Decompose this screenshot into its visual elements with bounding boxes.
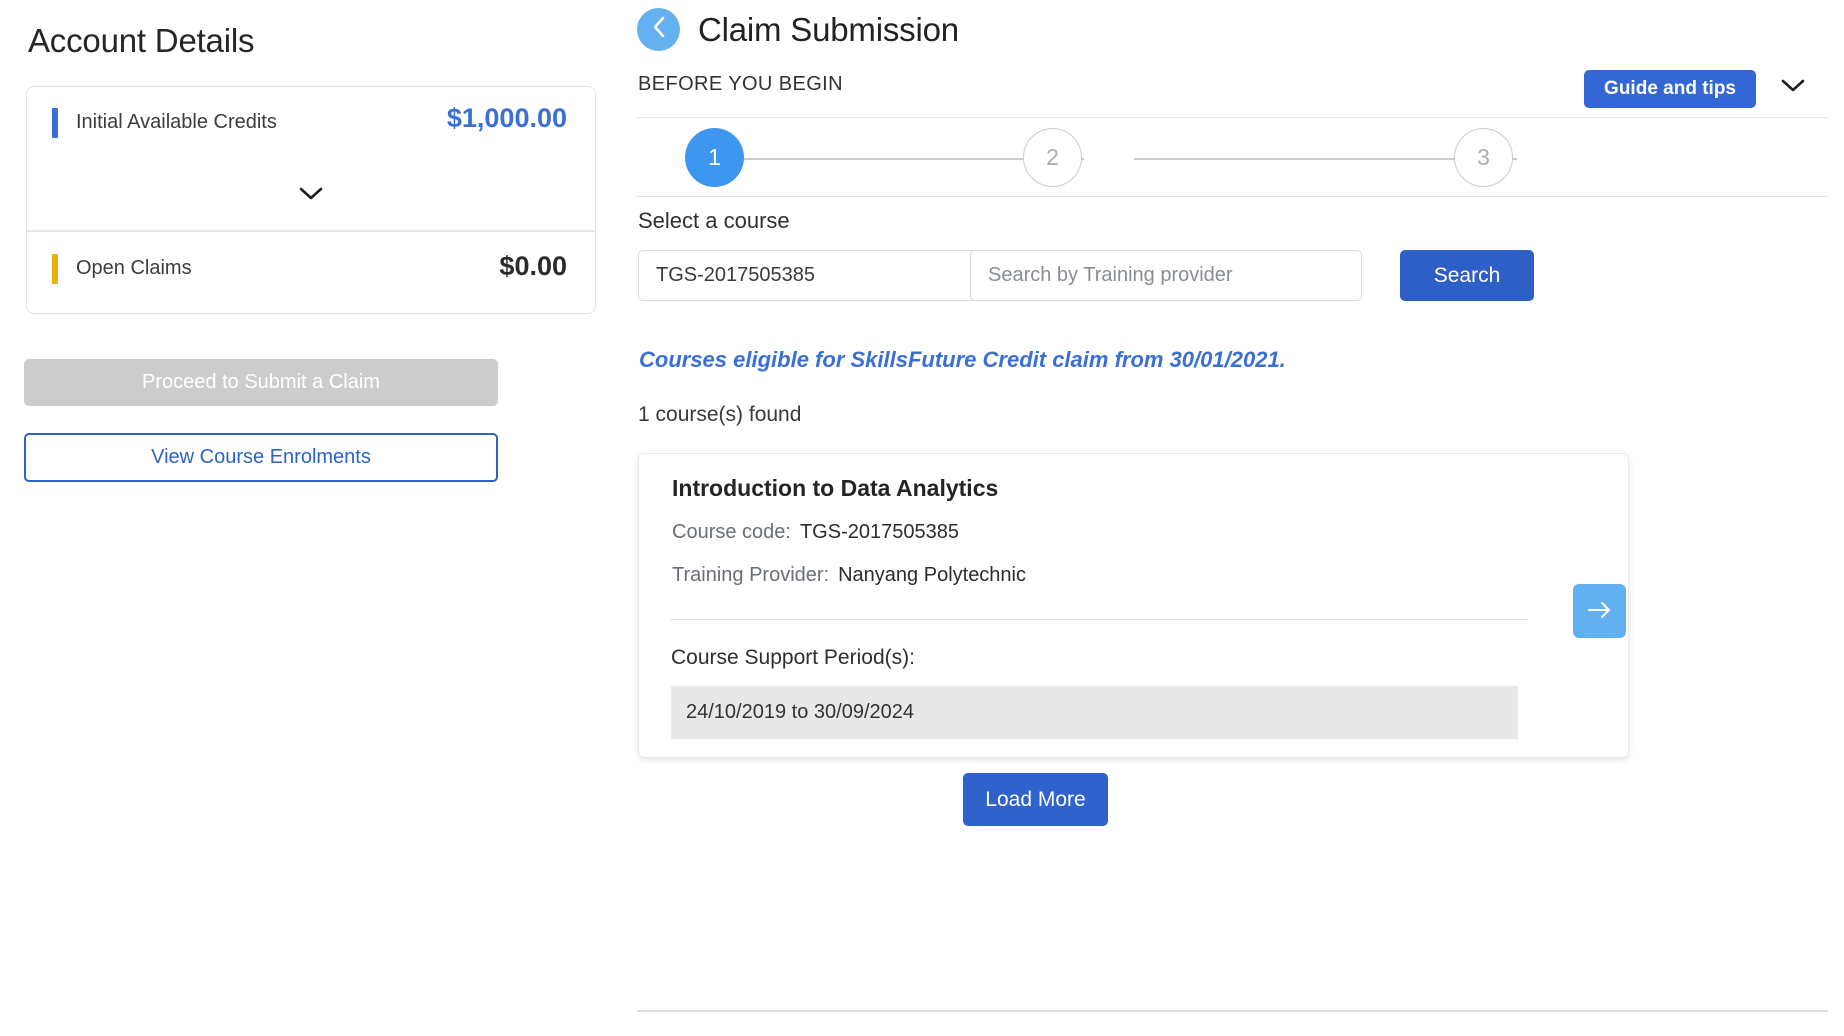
credits-value: $1,000.00: [446, 103, 567, 133]
back-button[interactable]: [637, 8, 680, 51]
load-more-button[interactable]: Load More: [963, 773, 1108, 826]
card-divider: [670, 619, 1528, 620]
course-support-period-label: Course Support Period(s):: [671, 646, 915, 669]
select-course-button[interactable]: [1573, 584, 1626, 638]
course-support-period-value: 24/10/2019 to 30/09/2024: [671, 686, 1518, 739]
proceed-to-submit-claim-button[interactable]: Proceed to Submit a Claim: [24, 359, 498, 406]
page-title-claim-submission: Claim Submission: [698, 10, 959, 48]
open-claims-value: $0.00: [499, 251, 567, 281]
course-result-card[interactable]: Introduction to Data Analytics Course co…: [638, 453, 1629, 758]
chevron-left-icon: [649, 15, 669, 44]
arrow-right-icon: [1586, 600, 1614, 623]
open-claims-row: Open Claims $0.00: [27, 232, 595, 313]
page-header: Claim Submission: [637, 8, 959, 51]
results-count: 1 course(s) found: [638, 403, 802, 426]
provider-search-input[interactable]: [970, 250, 1362, 301]
page-title-account-details: Account Details: [28, 22, 255, 59]
stepper-step-3[interactable]: 3: [1454, 128, 1513, 187]
credits-label: Initial Available Credits: [76, 111, 277, 133]
course-code-line: Course code: TGS-2017505385: [672, 521, 959, 544]
claim-submission-panel: Claim Submission BEFORE YOU BEGIN Guide …: [620, 0, 1844, 1036]
credits-accent-bar: [52, 108, 58, 138]
stepper-divider: [637, 196, 1828, 197]
stepper-step-2[interactable]: 2: [1023, 128, 1082, 187]
account-details-panel: Account Details Initial Available Credit…: [0, 0, 620, 1036]
search-button[interactable]: Search: [1400, 250, 1534, 301]
open-claims-accent-bar: [52, 254, 58, 284]
chevron-down-icon: [1780, 79, 1806, 98]
claim-submission-page: Account Details Initial Available Credit…: [0, 0, 1844, 1036]
before-you-begin-label: BEFORE YOU BEGIN: [638, 73, 843, 95]
open-claims-label: Open Claims: [76, 257, 192, 279]
view-course-enrolments-button[interactable]: View Course Enrolments: [24, 433, 498, 482]
select-a-course-label: Select a course: [638, 208, 790, 233]
eligibility-note: Courses eligible for SkillsFuture Credit…: [639, 347, 1286, 372]
expand-credits-button[interactable]: [27, 183, 595, 205]
header-divider: [637, 117, 1828, 118]
training-provider-label: Training Provider:: [672, 564, 830, 586]
chevron-down-icon: [298, 185, 324, 202]
course-code-value: TGS-2017505385: [799, 521, 959, 543]
progress-stepper: 1 2 3: [637, 128, 1828, 190]
training-provider-line: Training Provider: Nanyang Polytechnic: [672, 564, 1026, 587]
account-summary-card: Initial Available Credits $1,000.00 Open…: [26, 86, 596, 314]
training-provider-value: Nanyang Polytechnic: [838, 564, 1026, 586]
page-bottom-divider: [637, 1010, 1828, 1012]
course-code-label: Course code:: [672, 521, 791, 543]
initial-credits-row: Initial Available Credits $1,000.00: [27, 87, 595, 232]
stepper-step-1[interactable]: 1: [685, 128, 744, 187]
course-title: Introduction to Data Analytics: [672, 475, 999, 501]
guide-and-tips-button[interactable]: Guide and tips: [1584, 70, 1756, 108]
guide-expand-toggle[interactable]: [1780, 78, 1806, 99]
